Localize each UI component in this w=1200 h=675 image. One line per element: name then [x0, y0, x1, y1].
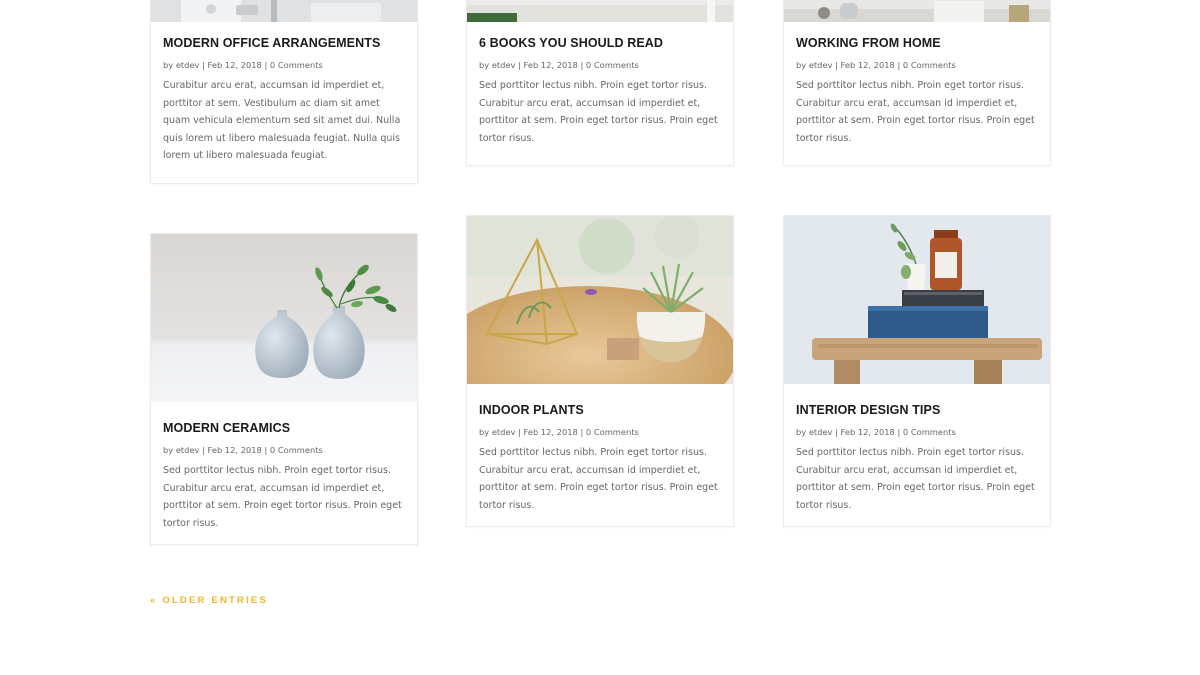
meta-separator: | — [264, 60, 268, 70]
home-desk-photo — [784, 0, 1050, 22]
post-thumbnail[interactable] — [151, 234, 417, 402]
meta-by: by — [796, 427, 807, 437]
post-thumbnail[interactable] — [784, 0, 1050, 22]
meta-separator: | — [518, 60, 521, 70]
post-card-indoor-plants: INDOOR PLANTS by etdev | Feb 12, 2018 | … — [466, 215, 734, 527]
meta-separator: | — [518, 427, 521, 437]
author-link[interactable]: etdev — [176, 60, 200, 70]
post-excerpt: Sed porttitor lectus nibh. Proin eget to… — [796, 447, 1035, 511]
post-meta: by etdev | Feb 12, 2018 | 0 Comments — [163, 59, 405, 71]
post-title[interactable]: INDOOR PLANTS — [479, 402, 721, 418]
comments-link[interactable]: 0 Comments — [903, 60, 956, 70]
post-card-6-books: 6 BOOKS YOU SHOULD READ by etdev | Feb 1… — [466, 0, 734, 166]
post-date: Feb 12, 2018 — [523, 427, 578, 437]
post-card-modern-ceramics: MODERN CERAMICS by etdev | Feb 12, 2018 … — [150, 233, 418, 545]
meta-separator: | — [580, 427, 584, 437]
meta-separator: | — [835, 60, 838, 70]
books-photo — [467, 0, 733, 22]
post-thumbnail[interactable] — [151, 0, 417, 22]
author-link[interactable]: etdev — [176, 445, 200, 455]
post-date: Feb 12, 2018 — [207, 60, 262, 70]
post-excerpt: Sed porttitor lectus nibh. Proin eget to… — [479, 447, 718, 511]
comments-link[interactable]: 0 Comments — [270, 445, 323, 455]
post-thumbnail[interactable] — [467, 0, 733, 22]
meta-separator: | — [202, 60, 205, 70]
meta-by: by — [479, 427, 490, 437]
post-meta: by etdev | Feb 12, 2018 | 0 Comments — [163, 444, 405, 456]
comments-link[interactable]: 0 Comments — [270, 60, 323, 70]
office-desk-photo — [151, 0, 417, 22]
meta-by: by — [163, 445, 174, 455]
meta-by: by — [479, 60, 490, 70]
comments-link[interactable]: 0 Comments — [586, 427, 639, 437]
comments-link[interactable]: 0 Comments — [586, 60, 639, 70]
meta-separator: | — [202, 445, 205, 455]
meta-separator: | — [897, 60, 901, 70]
post-date: Feb 12, 2018 — [207, 445, 262, 455]
meta-separator: | — [835, 427, 838, 437]
post-date: Feb 12, 2018 — [523, 60, 578, 70]
post-excerpt: Curabitur arcu erat, accumsan id imperdi… — [163, 80, 401, 161]
author-link[interactable]: etdev — [809, 427, 833, 437]
post-meta: by etdev | Feb 12, 2018 | 0 Comments — [479, 59, 721, 71]
comments-link[interactable]: 0 Comments — [903, 427, 956, 437]
post-card-modern-office: MODERN OFFICE ARRANGEMENTS by etdev | Fe… — [150, 0, 418, 184]
post-excerpt: Sed porttitor lectus nibh. Proin eget to… — [796, 80, 1035, 144]
ceramic-vases-photo — [151, 234, 417, 402]
meta-by: by — [796, 60, 807, 70]
meta-separator: | — [897, 427, 901, 437]
meta-separator: | — [264, 445, 268, 455]
post-title[interactable]: INTERIOR DESIGN TIPS — [796, 402, 1038, 418]
post-excerpt: Sed porttitor lectus nibh. Proin eget to… — [163, 465, 402, 529]
post-meta: by etdev | Feb 12, 2018 | 0 Comments — [479, 426, 721, 438]
meta-separator: | — [580, 60, 584, 70]
author-link[interactable]: etdev — [492, 427, 516, 437]
author-link[interactable]: etdev — [492, 60, 516, 70]
stool-books-jars-photo — [784, 216, 1050, 384]
post-card-interior-design-tips: INTERIOR DESIGN TIPS by etdev | Feb 12, … — [783, 215, 1051, 527]
post-date: Feb 12, 2018 — [840, 60, 895, 70]
post-thumbnail[interactable] — [784, 216, 1050, 384]
author-link[interactable]: etdev — [809, 60, 833, 70]
terrarium-plants-photo — [467, 216, 733, 384]
meta-by: by — [163, 60, 174, 70]
post-date: Feb 12, 2018 — [840, 427, 895, 437]
post-card-working-from-home: WORKING FROM HOME by etdev | Feb 12, 201… — [783, 0, 1051, 166]
post-title[interactable]: MODERN OFFICE ARRANGEMENTS — [163, 35, 405, 51]
post-thumbnail[interactable] — [467, 216, 733, 384]
post-meta: by etdev | Feb 12, 2018 | 0 Comments — [796, 59, 1038, 71]
post-title[interactable]: 6 BOOKS YOU SHOULD READ — [479, 35, 721, 51]
post-title[interactable]: MODERN CERAMICS — [163, 420, 405, 436]
post-title[interactable]: WORKING FROM HOME — [796, 35, 1038, 51]
post-excerpt: Sed porttitor lectus nibh. Proin eget to… — [479, 80, 718, 144]
older-entries-link[interactable]: « OLDER ENTRIES — [150, 595, 268, 606]
blog-page: MODERN OFFICE ARRANGEMENTS by etdev | Fe… — [0, 0, 1200, 675]
post-meta: by etdev | Feb 12, 2018 | 0 Comments — [796, 426, 1038, 438]
